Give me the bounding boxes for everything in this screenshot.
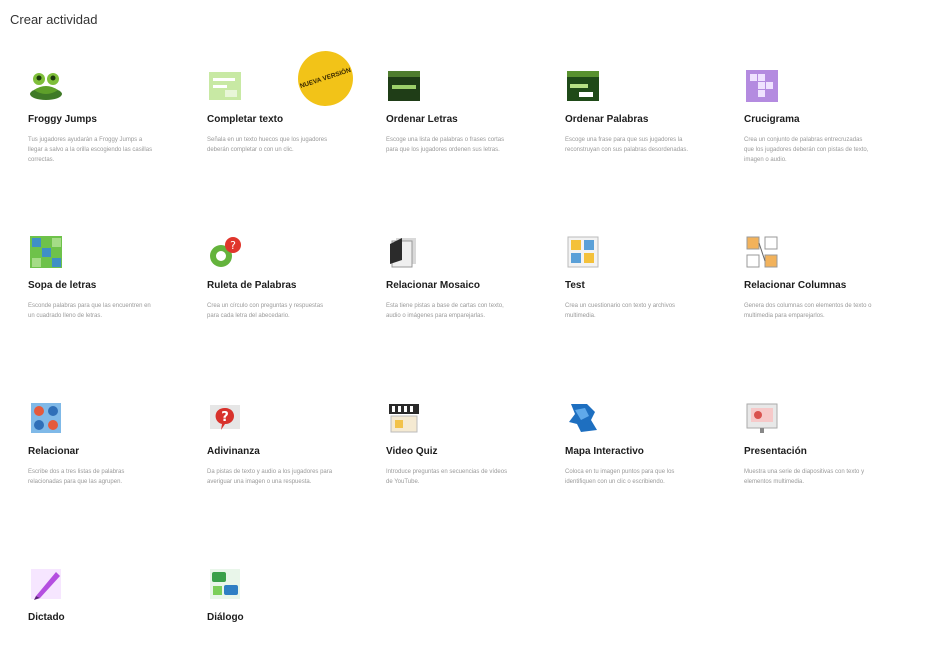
activity-description: Da pistas de texto y audio a los jugador… (207, 469, 333, 485)
activity-description: Crea un círculo con preguntas y respuest… (207, 303, 324, 319)
activity-title: Relacionar Columnas (744, 280, 847, 291)
activity-title: Dictado (28, 612, 65, 623)
activity-card-presentacion[interactable]: Presentación Muestra una serie de diapos… (744, 400, 923, 566)
riddle-icon: ? (210, 405, 240, 430)
page-title: Crear actividad (10, 12, 98, 27)
activity-title: Ordenar Letras (386, 114, 458, 125)
activity-card-froggy-jumps[interactable]: Froggy Jumps Tus jugadores ayudarán a Fr… (28, 68, 207, 234)
activity-title: Relacionar (28, 446, 80, 457)
activity-description: Esta tiene pistas a base de cartas con t… (386, 303, 504, 319)
activity-title: Ruleta de Palabras (207, 280, 297, 291)
svg-text:?: ? (230, 239, 236, 252)
activity-card-mapa-interactivo[interactable]: Mapa Interactivo Coloca en tu imagen pun… (565, 400, 744, 566)
activity-title: Adivinanza (207, 446, 260, 457)
activity-description: Crea un cuestionario con texto y archivo… (565, 303, 676, 319)
crossword-icon (746, 70, 778, 102)
activity-title: Ordenar Palabras (565, 114, 649, 125)
fill-text-icon (209, 72, 241, 100)
activity-title: Relacionar Mosaico (386, 280, 480, 291)
activity-card-completar-texto[interactable]: NUEVA VERSIÓN Completar texto Señala en … (207, 43, 386, 234)
activity-title: Froggy Jumps (28, 114, 97, 125)
new-version-badge: NUEVA VERSIÓN (290, 43, 361, 114)
dictation-icon (31, 569, 61, 600)
svg-text:?: ? (221, 410, 229, 425)
activity-title: Presentación (744, 446, 807, 457)
word-wheel-icon: ? (210, 237, 241, 267)
sort-words-icon (567, 71, 599, 101)
activity-grid: Froggy Jumps Tus jugadores ayudarán a Fr… (28, 43, 923, 656)
activity-description: Señala en un texto huecos que los jugado… (207, 137, 328, 153)
dialogue-icon (210, 569, 240, 599)
activity-card-relacionar-mosaico[interactable]: Relacionar Mosaico Esta tiene pistas a b… (386, 234, 565, 400)
mosaic-icon (390, 238, 416, 268)
sort-letters-icon (388, 71, 420, 101)
activity-card-crucigrama[interactable]: Crucigrama Crea un conjunto de palabras … (744, 68, 923, 234)
activity-card-ruleta-de-palabras[interactable]: ? Ruleta de Palabras Crea un círculo con… (207, 234, 386, 400)
activity-card-test[interactable]: Test Crea un cuestionario con texto y ar… (565, 234, 744, 400)
activity-description: Introduce preguntas en secuencias de víd… (386, 469, 508, 485)
frog-icon (30, 73, 62, 100)
activity-description: Esconde palabras para que las encuentren… (28, 303, 151, 319)
activity-card-dialogo[interactable]: Diálogo (207, 566, 386, 656)
map-icon (569, 404, 597, 432)
activity-description: Escribe dos a tres listas de palabras re… (28, 469, 125, 485)
activity-card-relacionar[interactable]: Relacionar Escribe dos a tres listas de … (28, 400, 207, 566)
activity-title: Sopa de letras (28, 280, 97, 291)
relate-icon (31, 403, 61, 433)
activity-card-ordenar-letras[interactable]: Ordenar Letras Escoge una lista de palab… (386, 68, 565, 234)
activity-card-ordenar-palabras[interactable]: Ordenar Palabras Escoge una frase para q… (565, 68, 744, 234)
activity-card-video-quiz[interactable]: Video Quiz Introduce preguntas en secuen… (386, 400, 565, 566)
columns-icon (746, 236, 778, 268)
activity-description: Tus jugadores ayudarán a Froggy Jumps a … (28, 137, 153, 163)
activity-title: Video Quiz (386, 446, 438, 457)
video-quiz-icon (389, 404, 419, 433)
activity-title: Completar texto (207, 114, 284, 125)
activity-card-relacionar-columnas[interactable]: Relacionar Columnas Genera dos columnas … (744, 234, 923, 400)
activity-description: Crea un conjunto de palabras entrecruzad… (744, 137, 869, 163)
activity-description: Muestra una serie de diapositivas con te… (744, 469, 865, 485)
word-search-icon (30, 236, 62, 268)
activity-title: Crucigrama (744, 114, 800, 125)
test-icon (567, 236, 599, 268)
activity-description: Escoge una lista de palabras o frases co… (386, 137, 505, 153)
activity-description: Coloca en tu imagen puntos para que los … (565, 469, 675, 485)
activity-description: Genera dos columnas con elementos de tex… (744, 303, 872, 319)
activity-card-adivinanza[interactable]: ? Adivinanza Da pistas de texto y audio … (207, 400, 386, 566)
presentation-icon (746, 403, 778, 433)
activity-title: Diálogo (207, 612, 244, 623)
activity-card-sopa-de-letras[interactable]: Sopa de letras Esconde palabras para que… (28, 234, 207, 400)
activity-title: Test (565, 280, 585, 291)
activity-description: Escoge una frase para que sus jugadores … (565, 137, 689, 153)
activity-title: Mapa Interactivo (565, 446, 644, 457)
activity-card-dictado[interactable]: Dictado (28, 566, 207, 656)
